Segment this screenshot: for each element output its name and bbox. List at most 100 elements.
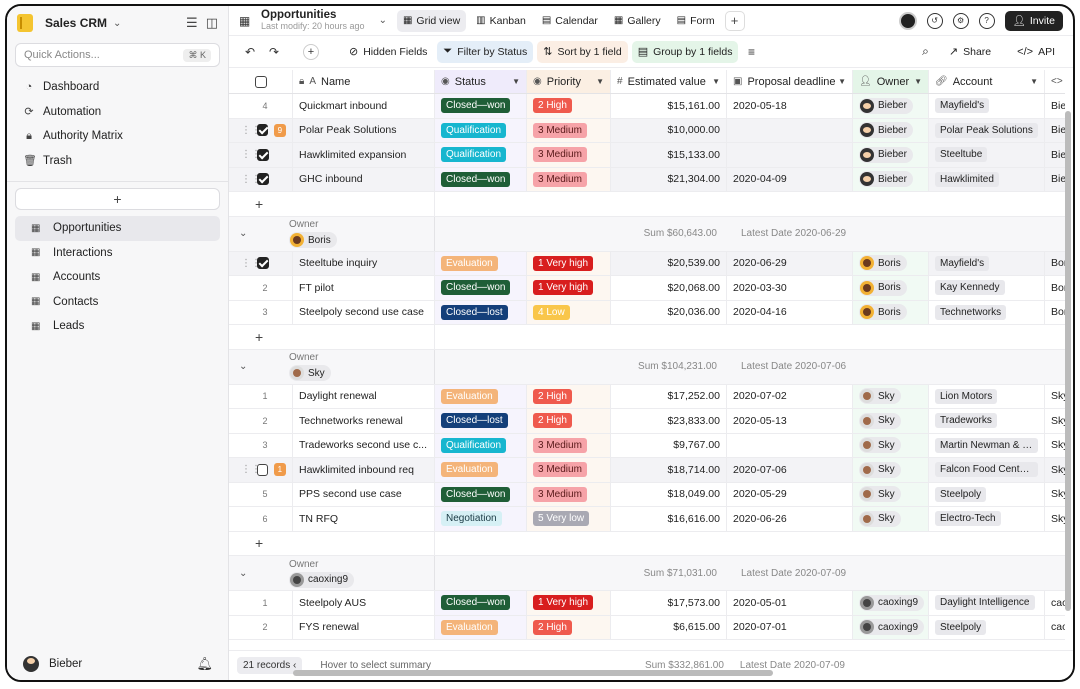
date-cell[interactable]: 2020-04-09 [727,167,853,191]
current-user[interactable]: Bieber 🔔︎ [7,656,229,672]
row-selector[interactable]: ⋮⋮ 1 [229,458,293,482]
date-cell[interactable]: 2020-04-16 [727,300,853,324]
priority-cell[interactable]: 5 Very low [527,507,611,531]
table-row[interactable]: ⋮⋮ 9 Polar Peak Solutions Qualification 3 Me… [229,118,1065,143]
value-cell[interactable]: $20,539.00 [611,251,727,275]
owner-2-cell[interactable]: Sky [1045,507,1065,531]
group-sum[interactable]: Sum $104,231.00 [435,361,721,372]
row-selector[interactable]: ⋮⋮ [229,251,293,275]
priority-cell[interactable]: 3 Medium [527,167,611,191]
search-icon[interactable]: ⌕ [922,44,929,59]
sidebar-item-automation[interactable]: ⟳ Automation [7,100,228,125]
group-latest-date[interactable]: Latest Date 2020-07-06 [721,361,846,372]
priority-cell[interactable]: 2 High [527,384,611,408]
group-sum[interactable]: Sum $71,031.00 [435,568,721,579]
column-header-priority[interactable]: ◉ Priority ▼ [527,70,611,93]
date-cell[interactable]: 2020-05-18 [727,94,853,118]
workspace-switcher[interactable]: Sales CRM ⌄ ☰ ◫ [7,8,228,38]
table-row[interactable]: ⋮⋮ Hawklimited expansion Qualification 3 Me… [229,143,1065,168]
table-item-interactions[interactable]: ▦ Interactions [15,241,220,266]
account-cell[interactable]: Hawklimited [929,167,1045,191]
row-selector[interactable]: 6 [229,507,293,531]
date-cell[interactable]: 2020-03-30 [727,276,853,300]
priority-cell[interactable]: 3 Medium [527,433,611,457]
owner-cell[interactable]: Boris [853,251,929,275]
row-checkbox[interactable] [257,257,269,270]
group-sum[interactable]: Sum $60,643.00 [435,228,721,239]
column-header-deadline[interactable]: ▣ Proposal deadline ▼ [727,70,853,93]
date-cell[interactable]: 2020-06-26 [727,507,853,531]
row-selector[interactable]: 1 [229,384,293,408]
name-cell[interactable]: Steelpoly second use case [293,300,435,324]
owner-2-cell[interactable]: Sky [1045,385,1065,409]
owner-2-cell[interactable]: Biebe [1045,168,1065,192]
status-cell[interactable]: Qualification [435,118,527,142]
caret-down-icon[interactable]: ▼ [838,77,846,86]
filter-button[interactable]: ⏷ Filter by Status [437,40,534,63]
value-cell[interactable]: $9,767.00 [611,433,727,457]
account-cell[interactable]: Steeltube [929,143,1045,167]
table-row[interactable]: 2 FYS renewal Evaluation 2 High $6,615.00 202… [229,615,1065,640]
value-cell[interactable]: $20,068.00 [611,276,727,300]
table-row[interactable]: 1 Steelpoly AUS Closed—won 1 Very high $17,5… [229,591,1065,616]
priority-cell[interactable]: 1 Very high [527,591,611,615]
drag-handle-icon[interactable]: ⋮⋮ [241,258,261,269]
owner-2-cell[interactable]: Sky [1045,458,1065,482]
caret-down-icon[interactable]: ▼ [596,77,604,86]
caret-down-icon[interactable]: ▼ [712,77,720,86]
row-selector[interactable]: 2 [229,409,293,433]
priority-cell[interactable]: 2 High [527,409,611,433]
priority-cell[interactable]: 4 Low [527,300,611,324]
owner-cell[interactable]: Bieber [853,118,929,142]
menu-icon[interactable]: ☰ [186,15,198,31]
share-button[interactable]: ↗ Share [943,41,997,63]
caret-down-icon[interactable]: ▼ [512,77,520,86]
value-cell[interactable]: $6,615.00 [611,615,727,639]
owner-2-cell[interactable]: Boris [1045,301,1065,325]
tab-kanban[interactable]: ▥ Kanban [470,10,532,32]
date-cell[interactable]: 2020-05-29 [727,482,853,506]
owner-cell[interactable]: caoxing9 [853,615,929,639]
name-cell[interactable]: Hawklimited inbound req [293,458,435,482]
name-cell[interactable]: Daylight renewal [293,384,435,408]
name-cell[interactable]: FT pilot [293,276,435,300]
row-selector[interactable]: 1 [229,591,293,615]
row-selector[interactable]: ⋮⋮ [229,143,293,167]
tab-form[interactable]: ▤ Form [671,10,721,32]
status-cell[interactable]: Negotiation [435,507,527,531]
status-cell[interactable]: Evaluation [435,615,527,639]
owner-cell[interactable]: caoxing9 [853,591,929,615]
help-icon[interactable]: ? [978,12,995,29]
history-icon[interactable]: ↺ [926,12,943,29]
account-cell[interactable]: Falcon Food Centers [929,458,1045,482]
date-cell[interactable]: 2020-07-02 [727,384,853,408]
table-row[interactable]: 4 Quickmart inbound Closed—won 2 High $15,16… [229,94,1065,119]
owner-2-cell[interactable]: Sky [1045,434,1065,458]
tab-grid-view[interactable]: ▦ Grid view [396,9,467,32]
drag-handle-icon[interactable]: ⋮⋮ [241,125,261,136]
owner-cell[interactable]: Bieber [853,143,929,167]
add-row-button[interactable]: + [229,325,435,349]
account-cell[interactable]: Steelpoly [929,482,1045,506]
priority-cell[interactable]: 2 High [527,615,611,639]
sidebar-toggle-icon[interactable]: ◫ [206,15,218,31]
table-row[interactable]: 2 FT pilot Closed—won 1 Very high $20,068.00… [229,276,1065,301]
comment-count-badge[interactable]: 9 [273,123,286,137]
column-header-status[interactable]: ◉ Status ▼ [435,70,527,93]
redo-icon[interactable]: ↷ [265,45,283,59]
row-selector[interactable]: 2 [229,276,293,300]
date-cell[interactable] [727,143,853,167]
status-cell[interactable]: Closed—won [435,482,527,506]
owner-cell[interactable]: Boris [853,276,929,300]
name-cell[interactable]: FYS renewal [293,615,435,639]
table-item-leads[interactable]: ▦ Leads [15,314,220,339]
status-cell[interactable]: Evaluation [435,458,527,482]
status-cell[interactable]: Evaluation [435,251,527,275]
vertical-scrollbar[interactable] [1065,111,1071,611]
status-cell[interactable]: Qualification [435,143,527,167]
table-item-opportunities[interactable]: ▦ Opportunities [15,216,220,241]
group-button[interactable]: ▤ Group by 1 fields [631,40,739,63]
owner-cell[interactable]: Sky [853,507,929,531]
add-record-icon[interactable]: + [303,43,319,60]
date-cell[interactable]: 2020-07-06 [727,458,853,482]
